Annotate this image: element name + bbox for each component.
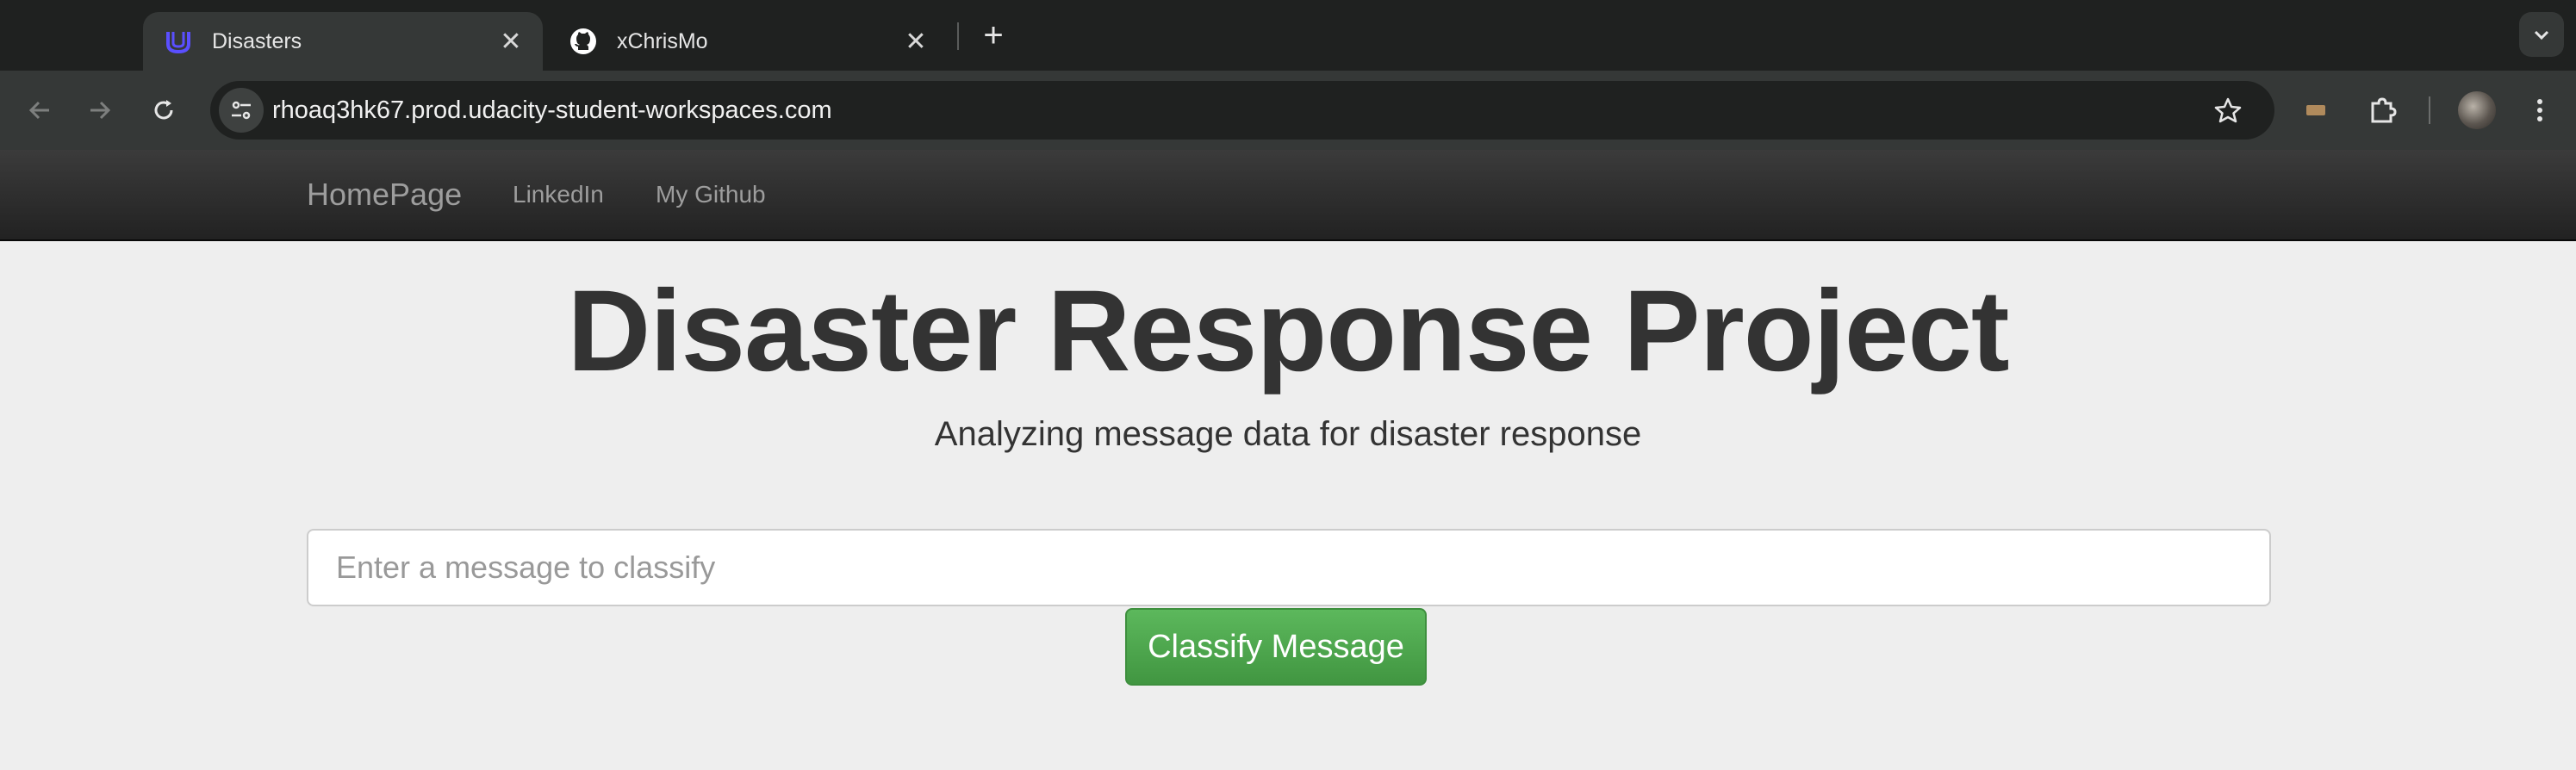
forward-arrow-icon[interactable]	[78, 88, 122, 133]
bookmark-star-icon[interactable]	[2207, 90, 2249, 131]
page-subtitle: Analyzing message data for disaster resp…	[934, 415, 1642, 453]
nav-brand-homepage[interactable]: HomePage	[307, 150, 462, 239]
profile-avatar[interactable]	[2458, 91, 2496, 129]
close-tab-icon[interactable]: ✕	[903, 27, 929, 57]
close-tab-icon[interactable]: ✕	[498, 27, 524, 57]
message-input[interactable]	[307, 529, 2271, 606]
classify-message-button[interactable]: Classify Message	[1125, 608, 1427, 686]
tab-title: xChrisMo	[617, 28, 708, 53]
more-menu-icon[interactable]	[2517, 88, 2562, 133]
browser-tab-bar: Disasters ✕ xChrisMo ✕ +	[0, 0, 2576, 71]
address-bar[interactable]: rhoaq3hk67.prod.udacity-student-workspac…	[210, 81, 2274, 140]
reload-icon[interactable]	[141, 88, 186, 133]
page-title: Disaster Response Project	[567, 267, 2009, 395]
tab-disasters[interactable]: Disasters ✕	[143, 12, 543, 71]
back-arrow-icon[interactable]	[17, 88, 62, 133]
nav-link-github[interactable]: My Github	[656, 150, 766, 239]
nav-link-linkedin[interactable]: LinkedIn	[513, 150, 604, 239]
tab-xchrismo[interactable]: xChrisMo ✕	[548, 12, 948, 71]
tab-title: Disasters	[212, 28, 302, 53]
new-tab-icon[interactable]: +	[972, 14, 1015, 57]
tab-search-icon[interactable]	[2519, 12, 2564, 57]
github-icon	[567, 25, 600, 58]
extension-icon[interactable]	[2293, 88, 2338, 133]
site-info-icon[interactable]	[219, 88, 264, 133]
tab-divider	[957, 22, 959, 50]
toolbar-divider	[2429, 96, 2430, 124]
url-text: rhoaq3hk67.prod.udacity-student-workspac…	[272, 96, 832, 124]
site-navbar: HomePage LinkedIn My Github	[0, 150, 2576, 241]
udacity-icon	[162, 25, 195, 58]
extensions-puzzle-icon[interactable]	[2361, 88, 2405, 133]
